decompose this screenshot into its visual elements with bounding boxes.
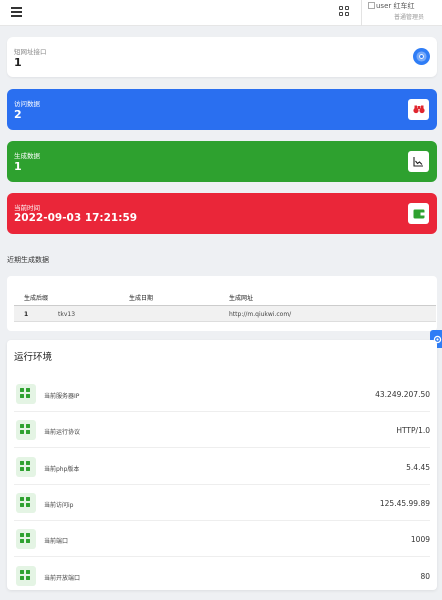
row-url[interactable]: http://m.qiukwi.com/ xyxy=(229,311,291,318)
env-value: 5.4.45 xyxy=(406,462,430,472)
runtime-environment-title: 运行环境 xyxy=(14,352,53,363)
env-row: 当前开放端口 80 xyxy=(14,558,430,591)
top-bar: user 红车红 普通管理员 xyxy=(0,0,442,26)
stat-card-short-url-api: 短网址接口 1 xyxy=(7,37,437,77)
user-name: user 红车红 xyxy=(376,2,415,10)
recent-data-table: 生成后缀 生成日期 生成网址 1 tkv13 http://m.qiukwi.c… xyxy=(7,276,437,331)
stat-card-visits: 访问数据 2 xyxy=(7,89,437,130)
menu-icon[interactable] xyxy=(11,7,22,17)
env-label: 当前php版本 xyxy=(44,465,80,473)
row-number: 1 xyxy=(24,311,29,318)
divider xyxy=(361,0,362,26)
stat-value: 2 xyxy=(14,108,22,121)
env-label: 当前访问ip xyxy=(44,501,74,509)
user-role: 普通管理员 xyxy=(394,14,425,21)
grid-apps-icon xyxy=(16,420,36,441)
env-label: 当前开放端口 xyxy=(44,574,81,582)
table-row[interactable]: 1 tkv13 http://m.qiukwi.com/ xyxy=(14,306,436,322)
stat-label: 短网址接口 xyxy=(14,48,47,56)
grid-apps-icon xyxy=(16,529,36,550)
env-row: 当前php版本 5.4.45 xyxy=(14,449,430,485)
env-value: 80 xyxy=(420,571,430,581)
column-header: 生成日期 xyxy=(129,295,154,302)
stat-card-generated: 生成数据 1 xyxy=(7,141,437,182)
env-row: 当前端口 1009 xyxy=(14,521,430,558)
env-row: 当前运行协议 HTTP/1.0 xyxy=(14,412,430,449)
grid-apps-icon xyxy=(16,384,36,404)
env-label: 当前端口 xyxy=(44,538,69,546)
stat-label: 生成数据 xyxy=(14,152,40,160)
row-suffix: tkv13 xyxy=(58,311,76,318)
grid-apps-icon xyxy=(16,456,36,477)
env-label: 当前服务器IP xyxy=(44,393,80,400)
table-header: 生成后缀 生成日期 生成网址 xyxy=(14,288,436,306)
line-chart-icon xyxy=(408,151,429,172)
env-row: 当前访问ip 125.45.99.89 xyxy=(14,485,430,521)
stat-card-current-time: 当前时间 2022-09-03 17:21:59 xyxy=(7,193,437,234)
grid-apps-icon xyxy=(16,565,36,586)
stat-value: 2022-09-03 17:21:59 xyxy=(14,212,138,224)
runtime-environment-panel: 运行环境 当前服务器IP 43.249.207.50 当前运行协议 HTTP/1.0 当… xyxy=(7,340,437,590)
user-menu[interactable]: user 红车红 普通管理员 xyxy=(368,2,424,22)
env-value: 125.45.99.89 xyxy=(379,498,430,508)
grid-apps-icon xyxy=(16,492,36,513)
avatar xyxy=(368,2,375,9)
chrome-icon xyxy=(413,48,430,65)
env-value: 1009 xyxy=(410,535,430,545)
stat-label: 当前时间 xyxy=(14,204,40,212)
env-label: 当前运行协议 xyxy=(44,429,81,437)
grid-icon[interactable] xyxy=(339,6,349,16)
column-header: 生成后缀 xyxy=(24,295,49,302)
recent-data-title: 近期生成数据 xyxy=(7,256,49,264)
binoculars-icon xyxy=(408,99,429,120)
env-row: 当前服务器IP 43.249.207.50 xyxy=(14,376,430,412)
stat-value: 1 xyxy=(14,56,22,69)
env-value: 43.249.207.50 xyxy=(375,390,430,399)
stat-label: 访问数据 xyxy=(14,100,40,108)
stat-value: 1 xyxy=(14,160,22,173)
column-header: 生成网址 xyxy=(229,295,254,302)
wallet-icon xyxy=(408,203,429,224)
env-value: HTTP/1.0 xyxy=(396,426,430,436)
